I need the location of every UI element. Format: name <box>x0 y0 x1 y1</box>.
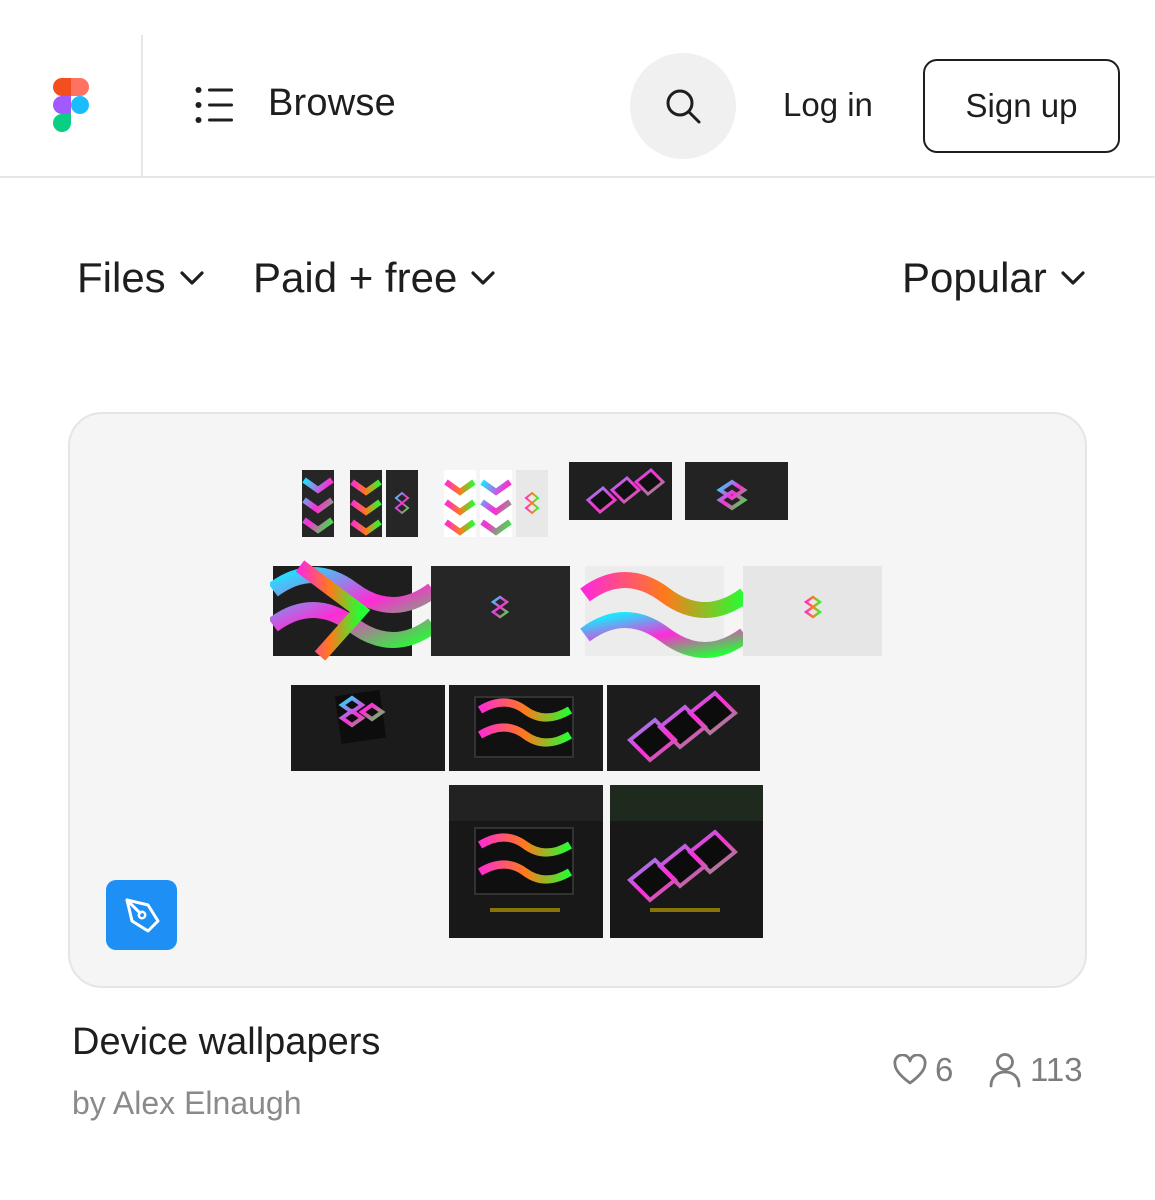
like-count-value: 6 <box>935 1051 954 1088</box>
search-icon <box>666 89 701 124</box>
heart-icon <box>893 1054 927 1085</box>
sort-filter[interactable]: Popular <box>902 254 1085 302</box>
user-icon <box>989 1053 1021 1088</box>
pen-tool-icon <box>125 898 159 933</box>
file-author[interactable]: by Alex Elnaugh <box>72 1085 302 1122</box>
user-count-value: 113 <box>1030 1051 1083 1088</box>
file-type-filter-label: Files <box>77 254 166 301</box>
like-count[interactable]: 6 <box>893 1051 953 1089</box>
user-count: 113 <box>988 1051 1083 1089</box>
price-filter-label: Paid + free <box>253 254 458 301</box>
file-type-filter[interactable]: Files <box>77 254 204 302</box>
wallpaper-collage-image <box>270 462 882 938</box>
browse-nav-label[interactable]: Browse <box>268 82 396 125</box>
signup-button[interactable]: Sign up <box>923 59 1120 153</box>
search-button[interactable] <box>630 53 736 159</box>
file-title[interactable]: Device wallpapers <box>72 1021 380 1064</box>
top-header: Browse Log in Sign up <box>0 0 1155 178</box>
header-divider <box>141 35 143 178</box>
sort-filter-label: Popular <box>902 254 1047 301</box>
chevron-down-icon <box>1061 271 1085 285</box>
price-filter[interactable]: Paid + free <box>253 254 495 302</box>
figma-logo[interactable] <box>52 78 90 132</box>
list-icon[interactable] <box>195 86 235 124</box>
design-file-badge <box>106 880 177 950</box>
login-link[interactable]: Log in <box>783 86 873 124</box>
chevron-down-icon <box>471 271 495 285</box>
chevron-down-icon <box>180 271 204 285</box>
